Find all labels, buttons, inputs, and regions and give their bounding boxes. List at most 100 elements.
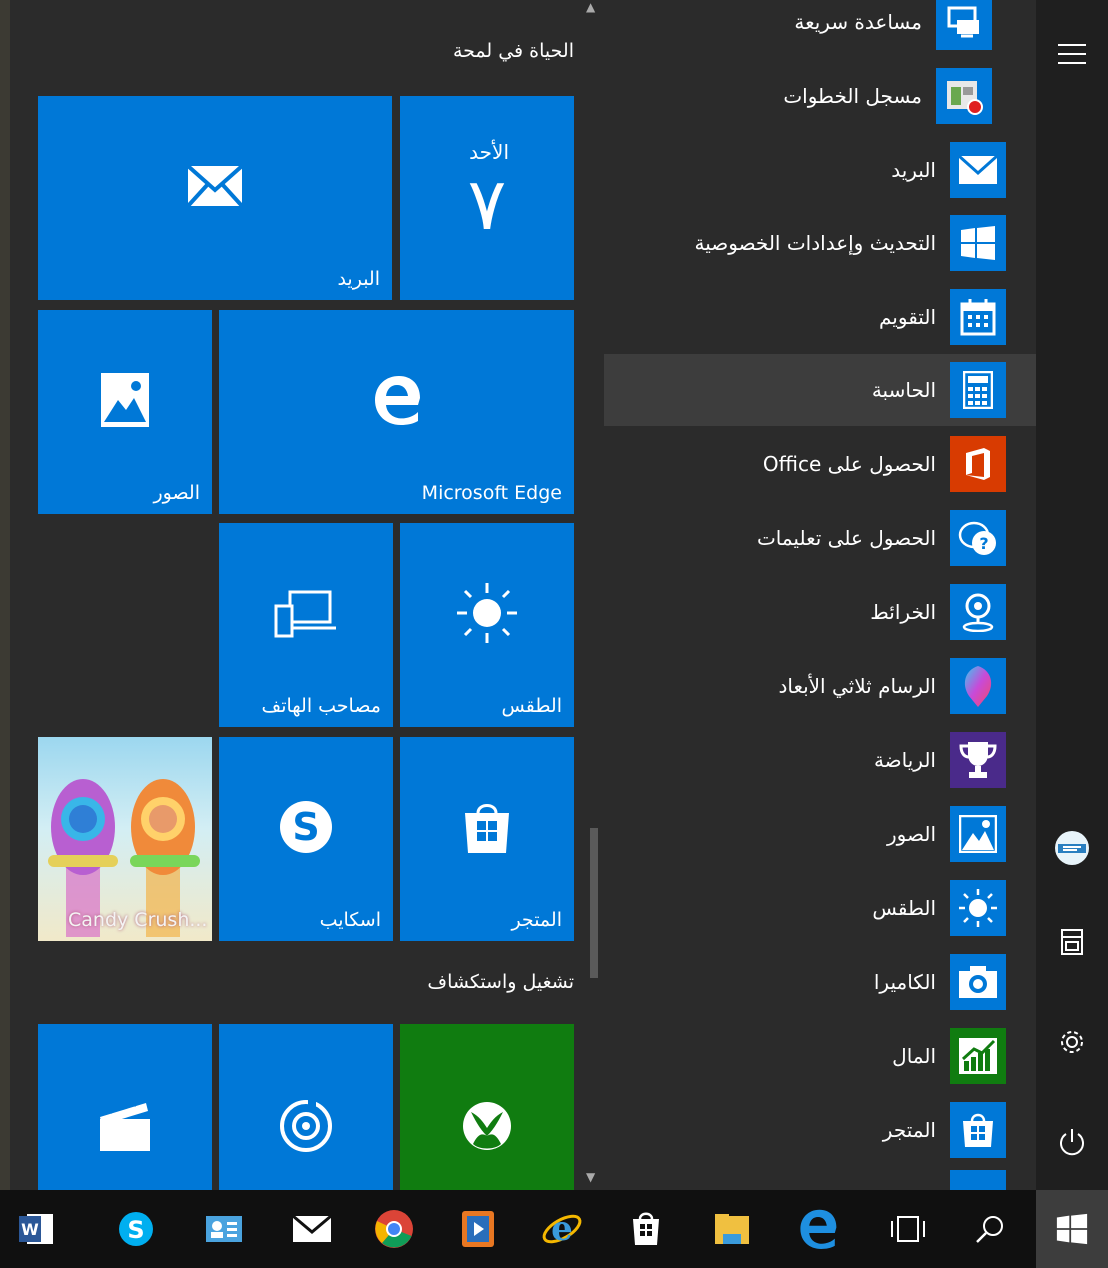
help-icon: ? — [950, 510, 1006, 566]
app-label: الطقس — [872, 896, 936, 920]
app-item-sports[interactable]: الرياضة — [604, 724, 1036, 796]
task-view-icon[interactable] — [882, 1203, 934, 1255]
app-list-partial-item[interactable] — [950, 1170, 1006, 1190]
camera-icon — [950, 954, 1006, 1010]
skype-icon: S — [277, 798, 335, 860]
xbox-tile[interactable] — [400, 1024, 574, 1190]
app-item-mail[interactable]: البريد — [604, 134, 1036, 206]
maps-icon — [950, 584, 1006, 640]
office-icon — [950, 436, 1006, 492]
search-icon[interactable] — [964, 1203, 1016, 1255]
mail-tile[interactable]: البريد — [38, 96, 392, 300]
app-label: الحاسبة — [871, 378, 936, 402]
app-item-steps-recorder[interactable]: مسجل الخطوات — [604, 60, 1036, 132]
app-item-camera[interactable]: الكاميرا — [604, 946, 1036, 1018]
groove-music-tile[interactable] — [219, 1024, 393, 1190]
word-icon[interactable]: W — [10, 1203, 62, 1255]
group-title-play[interactable]: تشغيل واستكشاف — [427, 971, 574, 993]
tile-label: اسكايب — [319, 909, 381, 931]
store-icon — [462, 799, 512, 859]
app-item-money[interactable]: المال — [604, 1020, 1036, 1092]
movies-tile[interactable] — [38, 1024, 212, 1190]
app-label: الحصول على Office — [762, 452, 936, 476]
svg-text:S: S — [127, 1216, 144, 1244]
phone-companion-icon — [274, 588, 338, 642]
internet-explorer-icon[interactable]: e — [536, 1203, 588, 1255]
scroll-up-icon[interactable]: ▲ — [586, 0, 595, 14]
svg-text:W: W — [21, 1220, 39, 1239]
scroll-down-icon[interactable]: ▼ — [586, 1170, 595, 1184]
media-player-icon[interactable] — [452, 1203, 504, 1255]
contacts-icon[interactable] — [198, 1203, 250, 1255]
store-taskbar-icon[interactable] — [620, 1203, 672, 1255]
scrollbar-thumb[interactable] — [590, 828, 598, 978]
photos-icon — [100, 372, 150, 432]
edge-taskbar-icon[interactable] — [792, 1203, 844, 1255]
documents-icon[interactable] — [1050, 920, 1094, 964]
calendar-date: ٧ — [467, 162, 507, 246]
money-icon — [950, 1028, 1006, 1084]
user-avatar[interactable] — [1050, 826, 1094, 870]
tile-label: مصاحب الهاتف — [261, 695, 381, 717]
gear-icon[interactable] — [1050, 1020, 1094, 1064]
tile-label: Candy Crush... — [68, 909, 208, 931]
app-item-paint3d[interactable]: الرسام ثلاثي الأبعاد — [604, 650, 1036, 722]
mail-icon — [186, 164, 244, 212]
skype-taskbar-icon[interactable]: S — [110, 1203, 162, 1255]
hamburger-menu-icon[interactable] — [1050, 32, 1094, 76]
app-item-get-help[interactable]: ? الحصول على تعليمات — [604, 502, 1036, 574]
tiles-scrollbar[interactable]: ▲ ▼ — [584, 0, 604, 1190]
candy-crush-tile[interactable]: Candy Crush... — [38, 737, 212, 941]
steps-recorder-icon — [936, 68, 992, 124]
app-label: المال — [892, 1044, 936, 1068]
tile-label: الطقس — [501, 695, 563, 717]
tile-label: البريد — [337, 268, 380, 290]
calendar-icon — [950, 289, 1006, 345]
phone-companion-tile[interactable]: مصاحب الهاتف — [219, 523, 393, 727]
tile-label: الصور — [153, 482, 200, 504]
store-tile[interactable]: المتجر — [400, 737, 574, 941]
xbox-icon — [461, 1100, 513, 1156]
weather-tile[interactable]: الطقس — [400, 523, 574, 727]
app-item-photos[interactable]: الصور — [604, 798, 1036, 870]
power-icon[interactable] — [1050, 1120, 1094, 1164]
app-label: البريد — [891, 158, 936, 182]
calendar-day: الأحد — [469, 140, 509, 164]
app-label: مسجل الخطوات — [783, 84, 922, 108]
start-rail — [1036, 0, 1108, 1190]
chrome-icon[interactable] — [368, 1203, 420, 1255]
photos-tile[interactable]: الصور — [38, 310, 212, 514]
edge-icon — [372, 375, 422, 429]
weather-icon — [950, 880, 1006, 936]
app-label: الصور — [887, 822, 936, 846]
svg-text:S: S — [292, 805, 319, 849]
taskbar: W S e — [0, 1190, 1108, 1268]
tile-label: المتجر — [511, 909, 562, 931]
windows-logo-icon — [950, 215, 1006, 271]
skype-tile[interactable]: S اسكايب — [219, 737, 393, 941]
svg-text:e: e — [551, 1209, 573, 1249]
start-button[interactable] — [1036, 1190, 1108, 1268]
app-item-weather[interactable]: الطقس — [604, 872, 1036, 944]
app-item-calculator[interactable]: الحاسبة — [604, 354, 1036, 426]
app-label: الحصول على تعليمات — [756, 526, 936, 550]
app-label: الخرائط — [870, 600, 936, 624]
app-item-store[interactable]: المتجر — [604, 1094, 1036, 1166]
paint3d-icon — [950, 658, 1006, 714]
app-item-calendar[interactable]: التقويم — [604, 281, 1036, 353]
calendar-tile[interactable]: الأحد ٧ — [400, 96, 574, 300]
app-item-get-office[interactable]: الحصول على Office — [604, 428, 1036, 500]
file-explorer-icon[interactable] — [706, 1203, 758, 1255]
windows-logo-icon — [1056, 1213, 1088, 1245]
app-label: مساعدة سريعة — [794, 10, 922, 34]
app-label: التحديث وإعدادات الخصوصية — [694, 231, 936, 255]
app-item-quick-assist[interactable]: مساعدة سريعة — [604, 0, 1036, 58]
app-label: الرسام ثلاثي الأبعاد — [778, 674, 936, 698]
edge-tile[interactable]: Microsoft Edge — [219, 310, 574, 514]
background-edge — [0, 0, 10, 1190]
group-title-life[interactable]: الحياة في لمحة — [453, 40, 574, 62]
quick-assist-icon — [936, 0, 992, 50]
app-item-maps[interactable]: الخرائط — [604, 576, 1036, 648]
mail-taskbar-icon[interactable] — [286, 1203, 338, 1255]
app-item-update-privacy[interactable]: التحديث وإعدادات الخصوصية — [604, 207, 1036, 279]
